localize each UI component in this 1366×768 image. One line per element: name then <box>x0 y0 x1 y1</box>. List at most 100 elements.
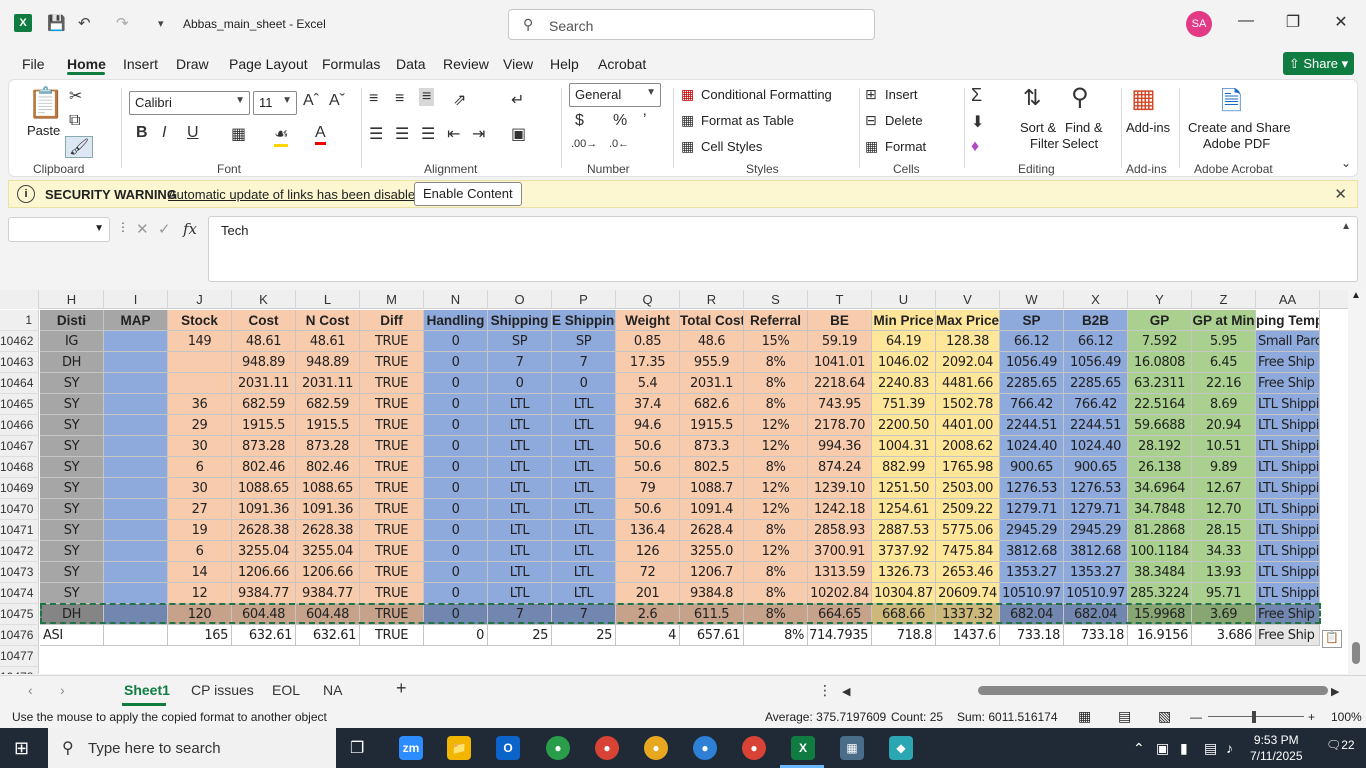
underline-icon[interactable]: U <box>187 124 199 142</box>
table-cell[interactable]: 0.85 <box>616 331 680 352</box>
table-cell[interactable]: 0 <box>424 583 488 604</box>
table-cell[interactable]: 0 <box>424 520 488 541</box>
table-cell[interactable]: 682.04 <box>1000 604 1064 625</box>
table-cell[interactable]: 27 <box>168 499 232 520</box>
table-cell[interactable]: 0 <box>424 415 488 436</box>
table-cell[interactable]: 9384.8 <box>680 583 744 604</box>
menu-review[interactable]: Review <box>443 56 489 72</box>
table-cell[interactable]: 955.9 <box>680 352 744 373</box>
table-cell[interactable] <box>168 352 232 373</box>
table-cell[interactable]: SY <box>40 415 104 436</box>
delete-cells-icon[interactable]: ⊟ <box>865 112 877 129</box>
paste-button[interactable]: Paste <box>27 123 60 138</box>
create-share-label[interactable]: Create and Share <box>1188 120 1291 135</box>
table-cell[interactable]: 668.66 <box>872 604 936 625</box>
table-cell[interactable]: 743.95 <box>808 394 872 415</box>
table-cell[interactable]: Small Parcel <box>1256 331 1320 352</box>
table-cell[interactable]: 201 <box>616 583 680 604</box>
table-cell[interactable]: 2244.51 <box>1064 415 1128 436</box>
table-cell[interactable]: 34.33 <box>1192 541 1256 562</box>
table-cell[interactable]: 2031.1 <box>680 373 744 394</box>
zoom-app-icon[interactable]: zm <box>399 736 423 760</box>
row-header[interactable]: 10466 <box>0 415 39 436</box>
table-cell[interactable]: IG <box>40 331 104 352</box>
table-cell[interactable] <box>104 604 168 625</box>
table-cell[interactable]: LTL <box>488 520 552 541</box>
table-cell[interactable]: 664.65 <box>808 604 872 625</box>
wrap-text-icon[interactable]: ↵ <box>511 90 524 110</box>
zoom-in-icon[interactable]: + <box>1308 710 1315 724</box>
decrease-decimal-icon[interactable]: .0← <box>609 138 629 150</box>
table-cell[interactable]: 2.6 <box>616 604 680 625</box>
taskbar-clock[interactable]: 9:53 PM 7/11/2025 <box>1250 732 1303 764</box>
more-options-icon[interactable]: ⋮ <box>818 682 832 699</box>
app-icon[interactable]: ◆ <box>889 736 913 760</box>
table-cell[interactable]: 1024.40 <box>1000 436 1064 457</box>
table-cell[interactable]: SY <box>40 436 104 457</box>
column-title-cell[interactable]: GP at Min <box>1192 310 1256 331</box>
vertical-scrollbar[interactable]: ▲ <box>1348 290 1366 674</box>
table-cell[interactable]: 1091.36 <box>232 499 296 520</box>
table-cell[interactable]: 1239.10 <box>808 478 872 499</box>
row-header[interactable]: 10462 <box>0 331 39 352</box>
column-header-x[interactable]: X <box>1064 290 1128 309</box>
scroll-left-icon[interactable]: ◀ <box>842 685 850 698</box>
menu-help[interactable]: Help <box>550 56 579 72</box>
table-cell[interactable]: 2653.46 <box>936 562 1000 583</box>
table-cell[interactable]: 682.6 <box>680 394 744 415</box>
column-title-cell[interactable]: E Shipping <box>552 310 616 331</box>
table-cell[interactable]: 16.0808 <box>1128 352 1192 373</box>
notifications-icon[interactable]: 🗨22 <box>1326 738 1355 752</box>
table-cell[interactable]: 9.89 <box>1192 457 1256 478</box>
table-cell[interactable]: 1024.40 <box>1064 436 1128 457</box>
table-cell[interactable]: 20609.74 <box>936 583 1000 604</box>
table-cell[interactable]: 948.89 <box>232 352 296 373</box>
table-cell[interactable]: LTL <box>552 436 616 457</box>
table-cell[interactable] <box>104 499 168 520</box>
table-cell[interactable]: TRUE <box>360 373 424 394</box>
table-cell[interactable]: 22.5164 <box>1128 394 1192 415</box>
table-cell[interactable]: 0 <box>424 499 488 520</box>
column-title-cell[interactable]: GP <box>1128 310 1192 331</box>
table-cell[interactable]: 8% <box>744 625 808 646</box>
table-cell[interactable] <box>104 394 168 415</box>
excel-taskbar-icon[interactable]: X <box>791 736 815 760</box>
column-title-cell[interactable]: Handling <box>424 310 488 331</box>
table-cell[interactable] <box>104 331 168 352</box>
page-break-view-icon[interactable]: ▧ <box>1158 708 1171 725</box>
column-title-cell[interactable]: Cost <box>232 310 296 331</box>
find-label[interactable]: Find & <box>1065 120 1103 135</box>
table-cell[interactable]: 1088.65 <box>232 478 296 499</box>
table-cell[interactable]: 2178.70 <box>808 415 872 436</box>
currency-icon[interactable]: $ <box>575 112 584 130</box>
table-cell[interactable]: 16.9156 <box>1128 625 1192 646</box>
column-header-aa[interactable]: AA <box>1256 290 1320 309</box>
table-cell[interactable]: LTL <box>552 541 616 562</box>
table-cell[interactable]: 604.48 <box>296 604 360 625</box>
table-cell[interactable]: 0 <box>424 352 488 373</box>
cell-styles-icon[interactable]: ▦ <box>681 138 694 155</box>
table-cell[interactable]: 0 <box>424 541 488 562</box>
column-title-cell[interactable]: B2B <box>1064 310 1128 331</box>
column-title-cell[interactable]: Diff <box>360 310 424 331</box>
table-cell[interactable]: LTL <box>488 436 552 457</box>
table-cell[interactable] <box>168 373 232 394</box>
table-cell[interactable]: LTL <box>488 415 552 436</box>
column-header-y[interactable]: Y <box>1128 290 1192 309</box>
table-cell[interactable]: 1091.36 <box>296 499 360 520</box>
table-cell[interactable]: 2509.22 <box>936 499 1000 520</box>
column-title-cell[interactable]: Referral <box>744 310 808 331</box>
close-icon[interactable]: ✕ <box>1334 185 1347 203</box>
table-cell[interactable]: DH <box>40 604 104 625</box>
table-cell[interactable]: 8.69 <box>1192 394 1256 415</box>
table-cell[interactable]: 1088.65 <box>296 478 360 499</box>
table-cell[interactable]: 2240.83 <box>872 373 936 394</box>
volume-icon[interactable]: ♪ <box>1226 740 1233 756</box>
row-header[interactable]: 10471 <box>0 520 39 541</box>
column-header-j[interactable]: J <box>168 290 232 309</box>
column-title-cell[interactable]: ping Template <box>1256 310 1320 331</box>
table-cell[interactable]: SY <box>40 520 104 541</box>
table-cell[interactable]: SP <box>488 331 552 352</box>
scroll-thumb[interactable] <box>1352 642 1360 664</box>
table-cell[interactable]: 882.99 <box>872 457 936 478</box>
